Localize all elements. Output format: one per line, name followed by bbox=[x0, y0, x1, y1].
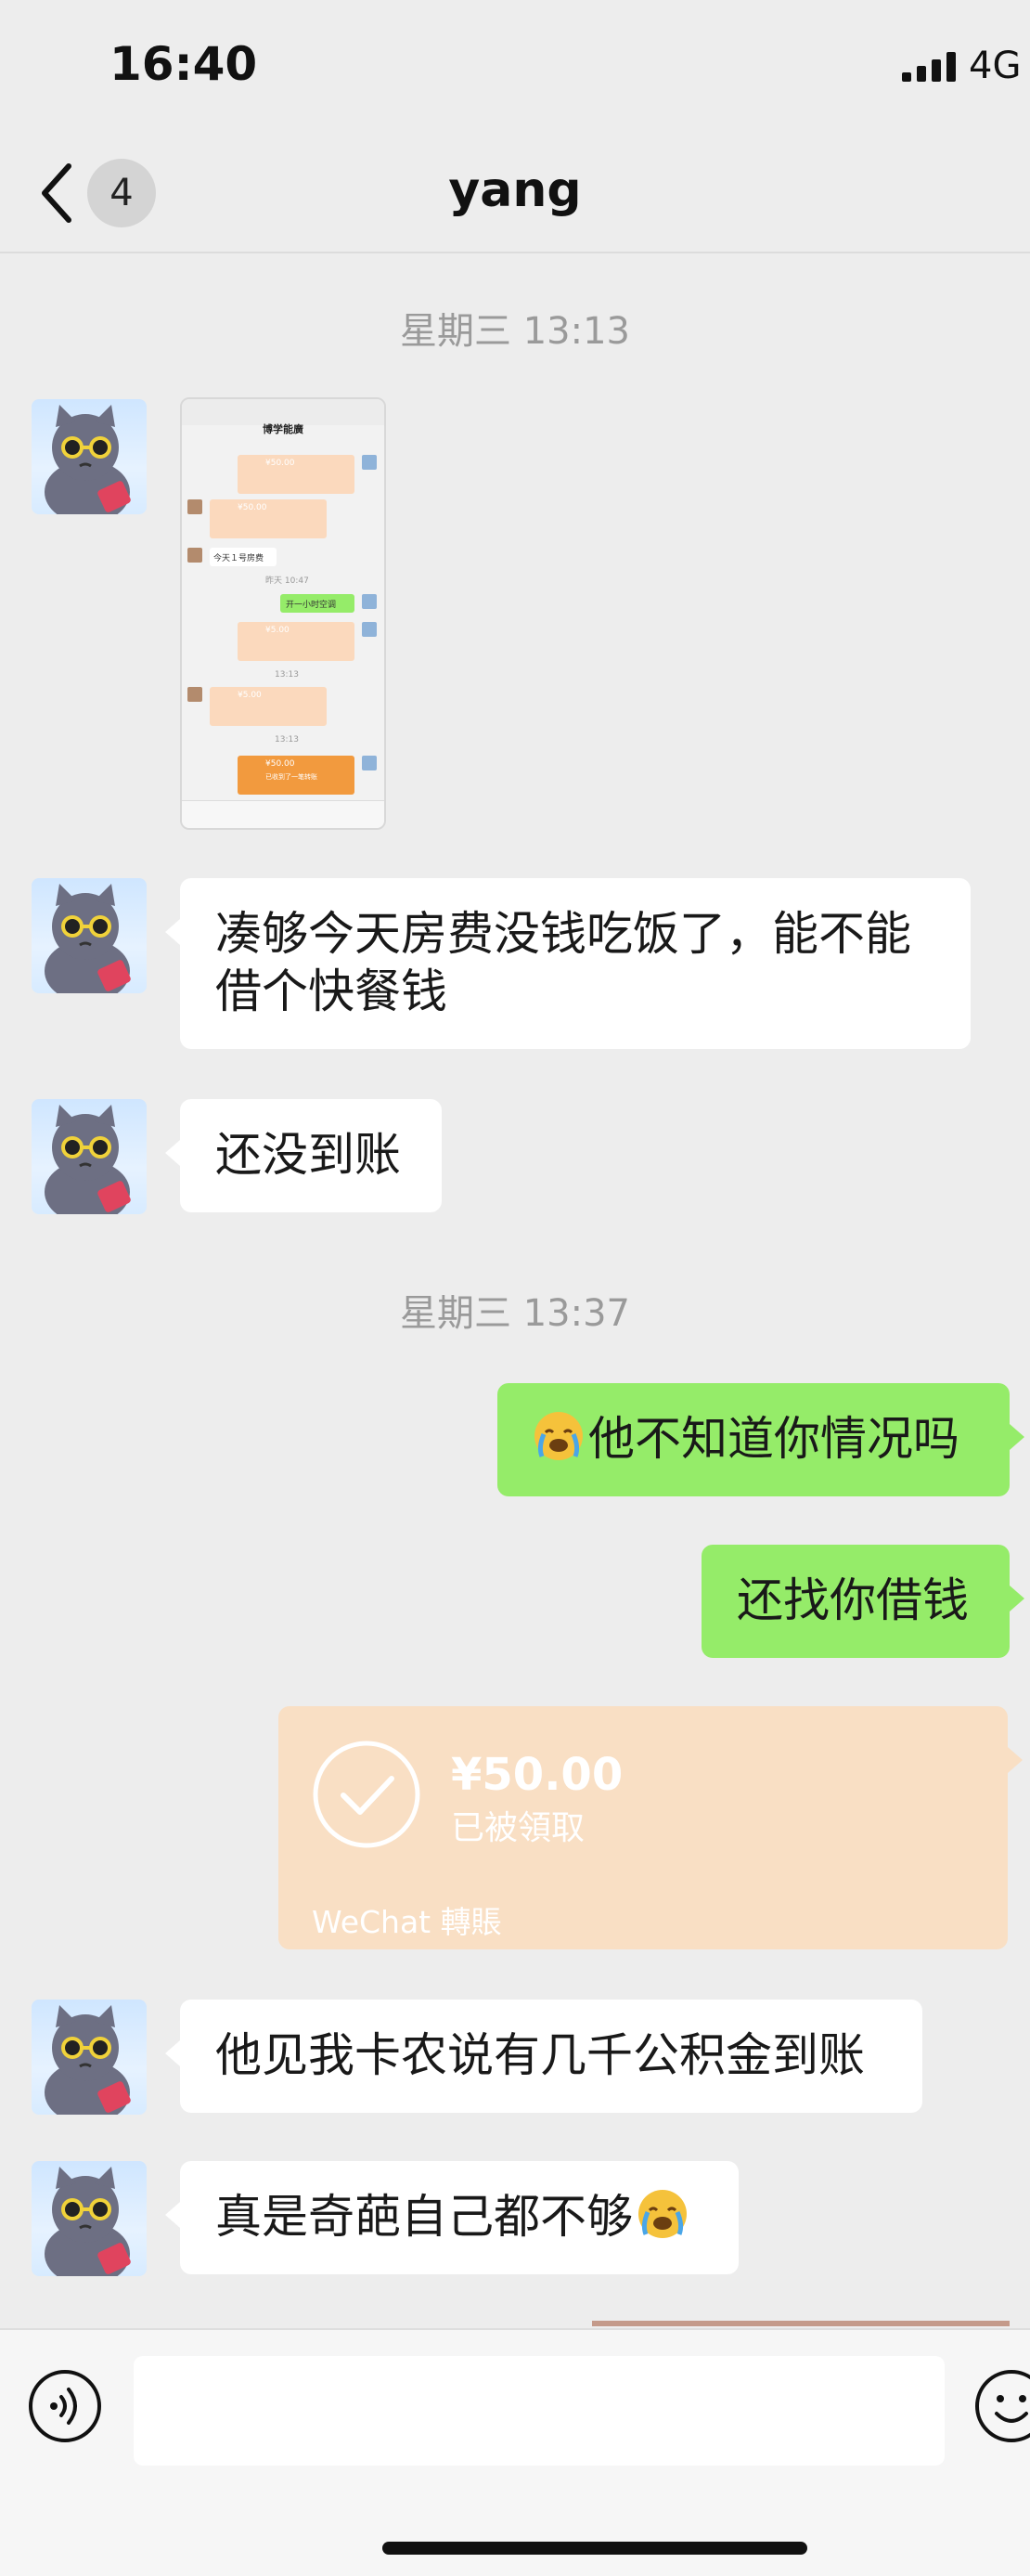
message-bubble[interactable]: 他见我卡农说有几千公积金到账 bbox=[165, 2000, 922, 2113]
thumb-transfer bbox=[238, 455, 354, 494]
cat-avatar-icon bbox=[45, 405, 131, 514]
message-text: 真是奇葩自己都不够 bbox=[215, 2190, 633, 2244]
contact-avatar[interactable] bbox=[32, 399, 147, 514]
check-circle-icon bbox=[313, 1741, 420, 1848]
thumb-transfer bbox=[210, 687, 327, 726]
thumb-avatar bbox=[362, 455, 377, 470]
contact-avatar[interactable] bbox=[32, 1099, 147, 1214]
contact-avatar[interactable] bbox=[32, 2000, 147, 2115]
cat-avatar-icon bbox=[45, 2005, 131, 2115]
cat-avatar-icon bbox=[45, 884, 131, 993]
transfer-status: 已被領取 bbox=[451, 1809, 586, 1847]
message-text: 还找你借钱 bbox=[737, 1573, 969, 1627]
thumb-time: 昨天 10:47 bbox=[265, 576, 309, 586]
nav-bar: 4 yang bbox=[0, 135, 1030, 253]
message-bubble[interactable]: 还没到账 bbox=[165, 1099, 442, 1212]
message-bubble[interactable]: 凑够今天房费没钱吃饭了，能不能借个快餐钱 bbox=[165, 878, 971, 1049]
contact-avatar[interactable] bbox=[32, 2161, 147, 2276]
timestamp: 星期三 13:37 bbox=[400, 1292, 630, 1335]
voice-icon[interactable] bbox=[28, 2369, 102, 2443]
contact-avatar[interactable] bbox=[32, 878, 147, 993]
message-text: 凑够今天房费没钱吃饭了，能不能借个快餐钱 bbox=[215, 907, 911, 1018]
thumb-text: 今天１号房费 bbox=[213, 554, 264, 563]
thumb-avatar bbox=[362, 622, 377, 637]
message-input[interactable] bbox=[134, 2356, 945, 2466]
partial-message bbox=[592, 2321, 1010, 2326]
thumb-amount: ¥5.00 bbox=[265, 626, 290, 635]
message-text: 还没到账 bbox=[215, 1128, 401, 1182]
chat-title: yang bbox=[448, 162, 582, 218]
screenshot-image[interactable]: 博学能廣 ¥50.00 ¥50.00 今天１号房费 昨天 10:47 开一小时空… bbox=[180, 397, 386, 830]
cat-avatar-icon bbox=[45, 1105, 131, 1214]
crying-emoji-icon bbox=[638, 2190, 687, 2238]
emoji-icon[interactable] bbox=[974, 2369, 1030, 2443]
thumb-amount: ¥50.00 bbox=[265, 759, 295, 769]
thumb-avatar bbox=[362, 756, 377, 770]
message-bubble[interactable]: 真是奇葩自己都不够 bbox=[165, 2161, 739, 2274]
network-type: 4G bbox=[969, 45, 1022, 87]
thumb-transfer bbox=[210, 499, 327, 538]
status-time: 16:40 bbox=[109, 37, 258, 91]
thumb-avatar bbox=[187, 687, 202, 702]
thumb-time: 13:13 bbox=[275, 735, 299, 744]
timestamp: 星期三 13:13 bbox=[400, 310, 630, 353]
input-bar bbox=[0, 2328, 1030, 2576]
cat-avatar-icon bbox=[45, 2167, 131, 2276]
thumb-avatar bbox=[187, 499, 202, 514]
transfer-footer: WeChat 轉賬 bbox=[312, 1904, 502, 1940]
thumb-time: 13:13 bbox=[275, 670, 299, 680]
thumb-text: 开一小时空调 bbox=[286, 601, 337, 610]
thumb-amount: ¥5.00 bbox=[238, 691, 262, 700]
crying-emoji-icon bbox=[534, 1412, 583, 1460]
transfer-card[interactable]: ¥50.00 已被領取 WeChat 轉賬 bbox=[278, 1706, 1023, 1949]
message-text: 他见我卡农说有几千公积金到账 bbox=[215, 2028, 865, 2082]
home-indicator bbox=[382, 2542, 807, 2555]
signal-icon bbox=[902, 52, 956, 82]
thumb-title: 博学能廣 bbox=[263, 423, 303, 435]
thumb-transfer bbox=[238, 622, 354, 661]
thumb-amount: ¥50.00 bbox=[265, 459, 295, 468]
transfer-amount: ¥50.00 bbox=[451, 1749, 624, 1801]
thumb-amount: ¥50.00 bbox=[238, 503, 267, 512]
thumb-input-bar bbox=[182, 800, 384, 828]
thumb-avatar bbox=[362, 594, 377, 609]
message-bubble[interactable]: 还找你借钱 bbox=[702, 1545, 1024, 1658]
thumb-status: 已收到了一笔转账 bbox=[265, 773, 317, 781]
message-text: 他不知道你情况吗 bbox=[588, 1412, 959, 1466]
status-bar: 16:40 4G bbox=[0, 0, 1030, 135]
message-bubble[interactable]: 他不知道你情况吗 bbox=[497, 1383, 1024, 1496]
thumb-avatar bbox=[187, 548, 202, 563]
